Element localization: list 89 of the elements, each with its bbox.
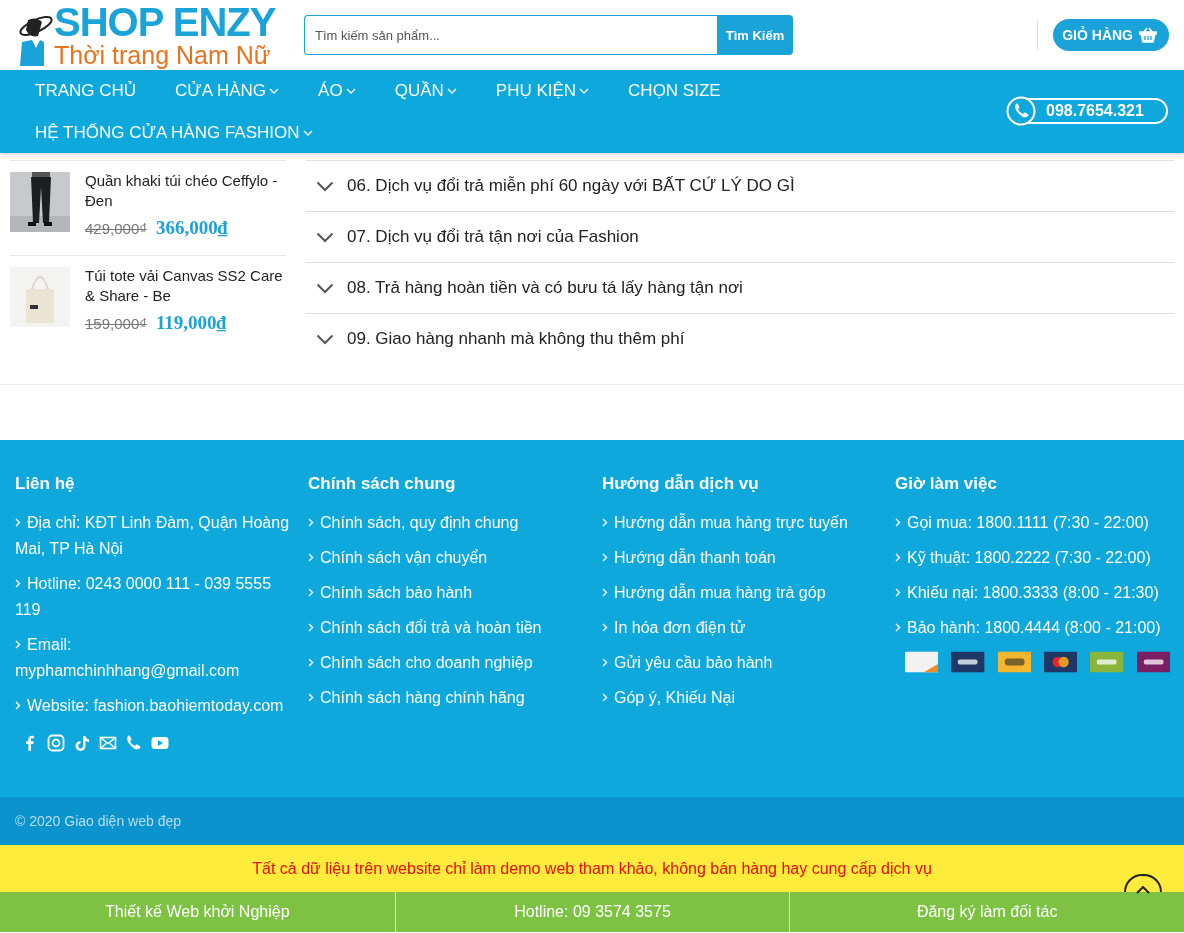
footer-link[interactable]: Email: myphamchinhhang@gmail.com [15,632,293,684]
chevron-right-icon [895,518,901,527]
chevron-right-icon [308,658,314,667]
basket-icon [1139,27,1157,43]
notice-text: Tất cả dữ liệu trên website chỉ làm demo web tham khảo, không bán hàng hay cung cấp dịch vụ [252,859,932,878]
chevron-right-icon [602,693,608,702]
chevron-right-icon [308,588,314,597]
footer-link[interactable]: Hướng dẫn thanh toán [602,545,880,571]
footer-heading: Hướng dẫn dịch vụ [602,474,760,494]
chevron-right-icon [895,588,901,597]
bottom-bar-link[interactable]: Hotline: 09 3574 3575 [394,892,790,932]
tiktok-icon[interactable] [73,734,91,752]
footer-link[interactable]: Chính sách đổi trả và hoàn tiền [308,615,587,641]
chevron-right-icon [602,518,608,527]
chevron-right-icon [15,640,21,649]
chevron-down-icon [316,333,334,345]
bottom-bar-link[interactable]: Đăng ký làm đối tác [789,892,1184,932]
chevron-right-icon [602,553,608,562]
chevron-up-icon [1136,886,1150,894]
sale-price: 366,000₫ [155,217,228,239]
accordion-item[interactable]: 08. Trả hàng hoàn tiền và có bưu tá lấy hàng tận nơi [306,262,1174,313]
product-name[interactable]: Túi tote vải Canvas SS2 Care & Share - Be [85,266,286,306]
chevron-right-icon [308,623,314,632]
nav-link[interactable]: CỬA HÀNG [175,70,280,112]
instagram-icon[interactable] [47,734,65,752]
footer-link[interactable]: Chính sách vận chuyển [308,545,587,571]
search-button[interactable]: Tìm Kiếm [717,15,793,55]
chevron-right-icon [895,553,901,562]
chevron-down-icon [316,231,334,243]
nav-link[interactable]: QUẦN [394,70,457,112]
accordion-item[interactable]: 07. Dịch vụ đổi trả tận nơi của Fashion [306,211,1174,262]
search-field[interactable]: Tìm kiếm sản phẩm... [304,15,717,55]
footer-link[interactable]: Gọi mua: 1800.1111 (7:30 - 22:00) [895,510,1170,536]
accordion-item[interactable]: 09. Giao hàng nhanh mà không thu thêm phí [306,313,1174,364]
footer-heading: Liên hệ [15,474,76,494]
footer-link[interactable]: Chính sách hàng chính hãng [308,685,587,711]
sale-price: 119,000₫ [155,312,227,334]
old-price: 159,000₫ [85,315,147,332]
chevron-right-icon [15,518,21,527]
email-icon[interactable] [99,734,117,752]
phone-icon[interactable] [125,734,143,752]
nav-link[interactable]: PHỤ KIỆN [495,70,590,112]
chevron-right-icon [602,658,608,667]
product-name[interactable]: Quần khaki túi chéo Ceffylo - Đen [85,171,286,211]
chevron-down-icon [316,282,334,294]
chevron-down-icon [302,130,313,136]
old-price: 429,000₫ [85,220,147,237]
footer-link[interactable]: Hướng dẫn mua hàng trực tuyến [602,510,880,536]
accordion-item[interactable]: 06. Dịch vụ đổi trả miễn phí 60 ngày với BẤT CỨ LÝ DO GÌ [306,160,1174,211]
youtube-icon[interactable] [151,734,169,752]
chevron-down-icon [269,88,280,94]
chevron-down-icon [446,88,457,94]
chevron-right-icon [895,623,901,632]
footer-link[interactable]: Bảo hành: 1800.4444 (8:00 - 21:00) [895,615,1170,641]
nav-link[interactable]: CHỌN SIZE [628,70,721,112]
nav-link[interactable]: ÁO [318,70,356,112]
chevron-down-icon [345,88,356,94]
footer-link[interactable]: Gửi yêu cầu bảo hành [602,650,880,676]
footer-link[interactable]: Website: fashion.baohiemtoday.com [15,693,293,719]
cart-button[interactable]: GIỎ HÀNG [1053,19,1169,51]
chevron-down-icon [579,88,590,94]
bottom-bar-link[interactable]: Thiết kế Web khởi Nghiệp [0,892,395,932]
chevron-right-icon [15,579,21,588]
footer-link[interactable]: Kỹ thuật: 1800.2222 (7:30 - 22:00) [895,545,1170,571]
chevron-right-icon [308,518,314,527]
logo-title: SHOP ENZY [54,2,276,42]
logo-subtitle: Thời trang Nam Nữ [54,42,272,68]
chevron-right-icon [308,553,314,562]
footer-link[interactable]: Chính sách cho doanh nghiệp [308,650,587,676]
phone-icon [1006,96,1036,126]
copyright-text: © 2020 Giao diện web đẹp [15,813,181,829]
footer-heading: Giờ làm việc [895,474,998,494]
chevron-down-icon [316,180,334,192]
footer-link[interactable]: Hướng dẫn mua hàng trả góp [602,580,880,606]
footer-heading: Chính sách chung [308,474,457,494]
nav-link[interactable]: HỆ THỐNG CỬA HÀNG FASHION [35,112,313,154]
chevron-right-icon [602,623,608,632]
footer-link[interactable]: Khiếu nại: 1800.3333 (8:00 - 21:30) [895,580,1170,606]
chevron-right-icon [308,693,314,702]
nav-link[interactable]: TRANG CHỦ [35,70,137,112]
footer-link[interactable]: Địa chỉ: KĐT Linh Đàm, Quận Hoàng Mai, TP Hà Nội [15,510,293,562]
chevron-right-icon [602,588,608,597]
footer-link[interactable]: In hóa đơn điện tử [602,615,880,641]
footer-link[interactable]: Góp ý, Khiếu Nại [602,685,880,711]
footer-link[interactable]: Chính sách bảo hành [308,580,587,606]
chevron-right-icon [15,701,21,710]
footer-link[interactable]: Hotline: 0243 0000 111 - 039 5555 119 [15,571,293,623]
footer-link[interactable]: Chính sách, quy định chung [308,510,587,536]
phone-button[interactable]: 098.7654.321 [1008,98,1168,124]
